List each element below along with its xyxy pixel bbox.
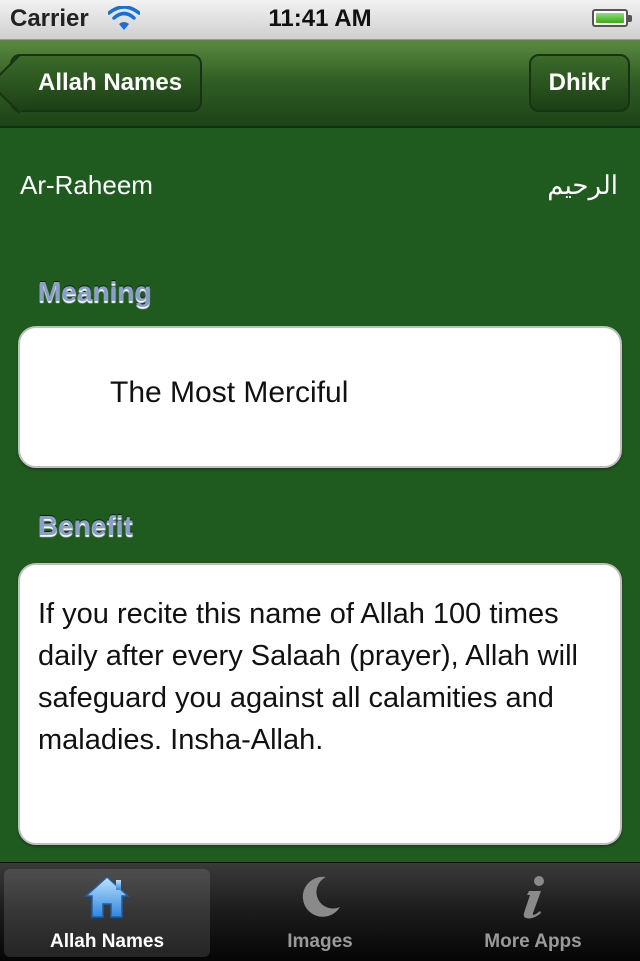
name-latin: Ar-Raheem bbox=[20, 170, 153, 200]
dhikr-button-label: Dhikr bbox=[548, 69, 610, 96]
meaning-card: The Most Merciful bbox=[18, 326, 622, 468]
dhikr-button[interactable]: Dhikr bbox=[528, 54, 630, 112]
benefit-card: If you recite this name of Allah 100 tim… bbox=[18, 563, 622, 845]
back-button-label: Allah Names bbox=[38, 69, 183, 96]
status-bar: Carrier 11:41 AM bbox=[0, 0, 640, 40]
benefit-text: If you recite this name of Allah 100 tim… bbox=[38, 598, 578, 756]
meaning-heading: Meaning bbox=[38, 276, 152, 307]
navigation-bar: Allah Names Dhikr bbox=[0, 40, 640, 128]
tab-label: Images bbox=[287, 931, 353, 952]
benefit-heading: Benefit bbox=[38, 510, 133, 541]
meaning-text: The Most Merciful bbox=[110, 376, 349, 409]
tab-bar: Allah Names Images More Apps bbox=[0, 862, 640, 961]
tab-allah-names[interactable]: Allah Names bbox=[4, 869, 210, 957]
battery-icon bbox=[592, 9, 632, 27]
back-button[interactable]: Allah Names bbox=[10, 54, 203, 112]
tab-more-apps[interactable]: More Apps bbox=[430, 869, 636, 957]
clock-label: 11:41 AM bbox=[268, 5, 372, 32]
tab-label: More Apps bbox=[484, 931, 582, 952]
house-icon bbox=[84, 875, 130, 918]
tab-label: Allah Names bbox=[49, 931, 165, 952]
crescent-moon-icon bbox=[302, 876, 340, 917]
name-arabic: الرحيم bbox=[547, 170, 618, 200]
info-icon bbox=[523, 876, 544, 919]
tab-images[interactable]: Images bbox=[217, 869, 423, 957]
